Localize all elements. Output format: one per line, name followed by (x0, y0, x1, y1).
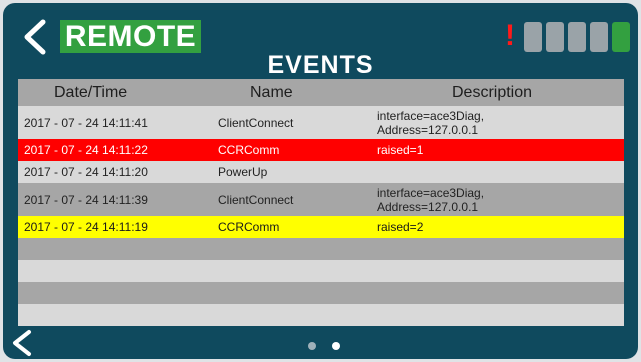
signal-bar-active (612, 22, 630, 52)
column-header-name[interactable]: Name (190, 84, 362, 102)
brand-label: REMOTE (60, 20, 201, 53)
table-header: Date/Time Name Description (18, 79, 624, 106)
cell-datetime: 2017 - 07 - 24 14:11:19 (24, 220, 148, 234)
cell-description: interface=ace3Diag, Address=127.0.0.1 (362, 186, 624, 214)
empty-row (18, 282, 624, 304)
signal-bar (546, 22, 564, 52)
page-indicator (308, 342, 340, 350)
cell-datetime: 2017 - 07 - 24 14:11:39 (24, 192, 148, 207)
back-chevron-icon[interactable] (9, 329, 33, 357)
table-row[interactable]: 2017 - 07 - 24 14:11:22 CCRComm raised=1 (18, 139, 624, 161)
cell-datetime: 2017 - 07 - 24 14:11:41 (24, 115, 148, 130)
empty-row (18, 304, 624, 326)
cell-description: interface=ace3Diag, Address=127.0.0.1 (362, 109, 624, 137)
empty-row (18, 238, 624, 260)
cell-name: CCRComm (218, 220, 280, 234)
table-row[interactable]: 2017 - 07 - 24 14:11:41 ClientConnect in… (18, 106, 624, 139)
cell-datetime: 2017 - 07 - 24 14:11:20 (24, 165, 148, 179)
table-row[interactable]: 2017 - 07 - 24 14:11:20 PowerUp (18, 161, 624, 183)
table-row[interactable]: 2017 - 07 - 24 14:11:19 CCRComm raised=2 (18, 216, 624, 238)
events-table: Date/Time Name Description 2017 - 07 - 2… (18, 79, 624, 326)
signal-indicator (524, 22, 630, 52)
chevron-left-icon[interactable] (19, 19, 49, 55)
column-header-datetime[interactable]: Date/Time (18, 84, 190, 102)
page-dot[interactable] (308, 342, 316, 350)
cell-name: ClientConnect (218, 192, 294, 207)
column-header-description[interactable]: Description (362, 84, 624, 100)
signal-bar (590, 22, 608, 52)
device-screen: REMOTE ! EVENTS Date/Time Name Descripti… (3, 3, 638, 359)
cell-description: raised=1 (377, 143, 424, 157)
table-row[interactable]: 2017 - 07 - 24 14:11:39 ClientConnect in… (18, 183, 624, 216)
signal-bar (568, 22, 586, 52)
cell-name: ClientConnect (218, 115, 294, 130)
alert-icon[interactable]: ! (505, 19, 515, 53)
cell-name: CCRComm (218, 143, 280, 157)
cell-description-line: Address=127.0.0.1 (377, 199, 479, 214)
page-title: EVENTS (267, 51, 374, 79)
cell-datetime: 2017 - 07 - 24 14:11:22 (24, 143, 148, 157)
cell-description-line: interface=ace3Diag, (377, 108, 485, 123)
cell-description: raised=2 (377, 220, 424, 234)
cell-description-line: Address=127.0.0.1 (377, 122, 479, 137)
page-dot-active[interactable] (332, 342, 340, 350)
cell-description-line: interface=ace3Diag, (377, 185, 485, 200)
empty-row (18, 260, 624, 282)
signal-bar (524, 22, 542, 52)
cell-name: PowerUp (218, 165, 268, 179)
